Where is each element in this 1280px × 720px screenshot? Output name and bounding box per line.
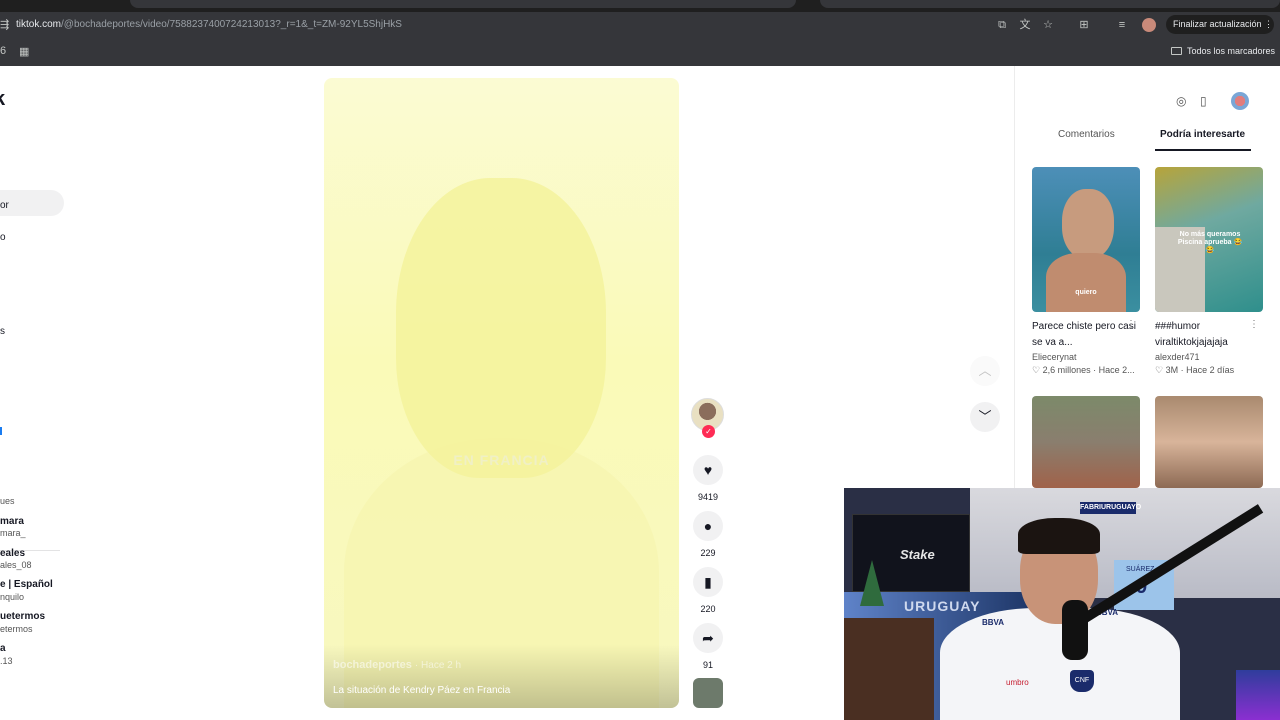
webcam-overlay: Stake FABRIURUGUAYO SUÁREZ9 URUGUAY BBVA… [844, 488, 1280, 720]
suggested-video-card[interactable] [1155, 396, 1263, 488]
search-input[interactable] [0, 190, 64, 216]
all-bookmarks-link[interactable]: Todos los marcadores [1187, 46, 1275, 56]
webcam-hair [1018, 518, 1100, 554]
suggested-video-card[interactable]: No más queramos Piscina aprueba 😂😂 ###hu… [1155, 167, 1263, 376]
microphone-icon [1062, 600, 1088, 660]
save-count: 220 [700, 604, 716, 614]
left-sidebar: k or o s ues mara mara_ eales ales_08 e … [0, 66, 80, 720]
webcam-shelf [844, 618, 934, 720]
more-options-icon[interactable]: ⋮ [1126, 319, 1136, 330]
install-app-icon[interactable]: ⧉ [995, 18, 1009, 32]
music-disc-icon[interactable] [693, 678, 723, 708]
account-name[interactable]: e | Español [0, 579, 53, 590]
suggested-video-card[interactable] [1032, 396, 1140, 488]
bookmarks-bar: 6 ▦ Todos los marcadores [0, 38, 1280, 66]
comment-count: 229 [700, 548, 716, 558]
card-meta: ♡ 3M · Hace 2 días [1155, 365, 1235, 375]
browser-tabstrip [0, 0, 1280, 12]
video-thumbnail[interactable] [1155, 396, 1263, 488]
nav-indicator [0, 427, 2, 435]
address-bar: ⇶ tiktok.com/@bochadeportes/video/758823… [0, 12, 1280, 38]
account-name[interactable]: uetermos [0, 611, 45, 622]
more-options-icon[interactable]: ⋮ [1249, 319, 1259, 330]
url-text[interactable]: tiktok.com/@bochadeportes/video/75882374… [16, 19, 402, 30]
video-thumbnail[interactable]: quiero [1032, 167, 1140, 312]
browser-tab[interactable] [130, 0, 796, 8]
video-player[interactable]: EN FRANCIA bochadeportes · Hace 2 h La s… [324, 78, 679, 708]
extensions-icon[interactable]: ⊞ [1077, 18, 1091, 32]
thumbnail-text: No más queramos Piscina aprueba 😂😂 [1177, 231, 1243, 254]
thumbnail-face [1062, 189, 1114, 259]
active-tab-indicator [1155, 149, 1251, 151]
account-handle[interactable]: .13 [0, 656, 13, 666]
video-caption: La situación de Kendry Páez en Francia [333, 685, 511, 696]
thumbnail-body [1046, 253, 1126, 312]
profile-avatar[interactable] [1142, 18, 1156, 32]
card-title[interactable]: ###humor viraltiktokjajajaja [1155, 319, 1263, 351]
nav-item-label[interactable]: o [0, 232, 6, 243]
share-arrow-icon[interactable]: ➦ [693, 623, 723, 653]
panel-tabs: Comentarios Podría interesarte [1015, 126, 1280, 152]
webcam-banner: FABRIURUGUAYO [1080, 502, 1141, 514]
browser-tab[interactable] [820, 0, 1280, 8]
account-handle[interactable]: mara_ [0, 528, 26, 538]
video-author[interactable]: bochadeportes · Hace 2 h [333, 659, 461, 671]
bookmark-item-icon[interactable]: 6 [0, 45, 6, 57]
card-title[interactable]: Parece chiste pero casi se va a... [1032, 319, 1140, 351]
video-thumbnail[interactable]: No más queramos Piscina aprueba 😂😂 [1155, 167, 1263, 312]
bookmark-icon[interactable]: ▮ [693, 567, 723, 597]
tab-suggested[interactable]: Podría interesarte [1160, 129, 1245, 140]
video-overlay-text: EN FRANCIA [453, 452, 550, 468]
like-count: 9419 [697, 492, 719, 502]
video-thumbnail[interactable] [1032, 396, 1140, 488]
account-handle[interactable]: etermos [0, 624, 33, 634]
chevron-down-icon[interactable]: ﹀ [970, 402, 1000, 432]
chevron-up-icon[interactable]: ︿ [970, 356, 1000, 386]
thumbnail-text: quiero [1075, 289, 1097, 296]
shirt-sponsor: BBVA [982, 618, 1005, 627]
apps-grid-icon[interactable]: ▦ [19, 45, 29, 58]
creator-avatar[interactable]: ✓ [691, 398, 724, 438]
card-meta: ♡ 2,6 millones · Hace 2... [1032, 365, 1135, 375]
nav-item-label[interactable]: or [0, 200, 9, 211]
account-name[interactable]: mara [0, 516, 24, 527]
discover-icon[interactable]: ◎ [1176, 94, 1186, 108]
webcam-led-light [1236, 670, 1280, 720]
following-header: ues [0, 496, 15, 506]
account-handle[interactable]: ales_08 [0, 560, 32, 570]
phone-icon[interactable]: ▯ [1200, 94, 1207, 108]
translate-icon[interactable]: 文 [1018, 18, 1032, 32]
tab-comments[interactable]: Comentarios [1058, 129, 1115, 140]
webcam-shirt [940, 608, 1180, 720]
video-frame-head [396, 178, 606, 478]
video-bottom-gradient [324, 644, 679, 708]
bookmark-star-icon[interactable]: ☆ [1041, 18, 1055, 32]
folder-icon [1171, 47, 1182, 55]
card-author[interactable]: Eliecerynat [1032, 352, 1140, 362]
comment-icon[interactable]: ● [693, 511, 723, 541]
page-info-icon[interactable]: ⇶ [0, 18, 9, 31]
media-icon[interactable]: ≡ [1115, 18, 1129, 32]
account-name[interactable]: eales [0, 548, 25, 559]
account-handle[interactable]: nquilo [0, 592, 24, 602]
card-author[interactable]: alexder471 [1155, 352, 1263, 362]
shirt-crest: CNF [1070, 670, 1094, 692]
follow-check-icon[interactable]: ✓ [702, 425, 715, 438]
like-heart-icon[interactable]: ♥ [693, 455, 723, 485]
suggested-video-card[interactable]: quiero Parece chiste pero casi se va a..… [1032, 167, 1140, 376]
share-count: 91 [702, 660, 713, 670]
update-button[interactable]: Finalizar actualización ⋮ [1166, 15, 1274, 34]
webcam-xmas-tree [860, 560, 884, 606]
account-name[interactable]: a [0, 643, 6, 654]
tiktok-logo[interactable]: k [0, 88, 5, 111]
user-avatar[interactable] [1231, 92, 1249, 110]
nav-item-label[interactable]: s [0, 326, 5, 337]
shirt-brand: umbro [1006, 678, 1029, 687]
